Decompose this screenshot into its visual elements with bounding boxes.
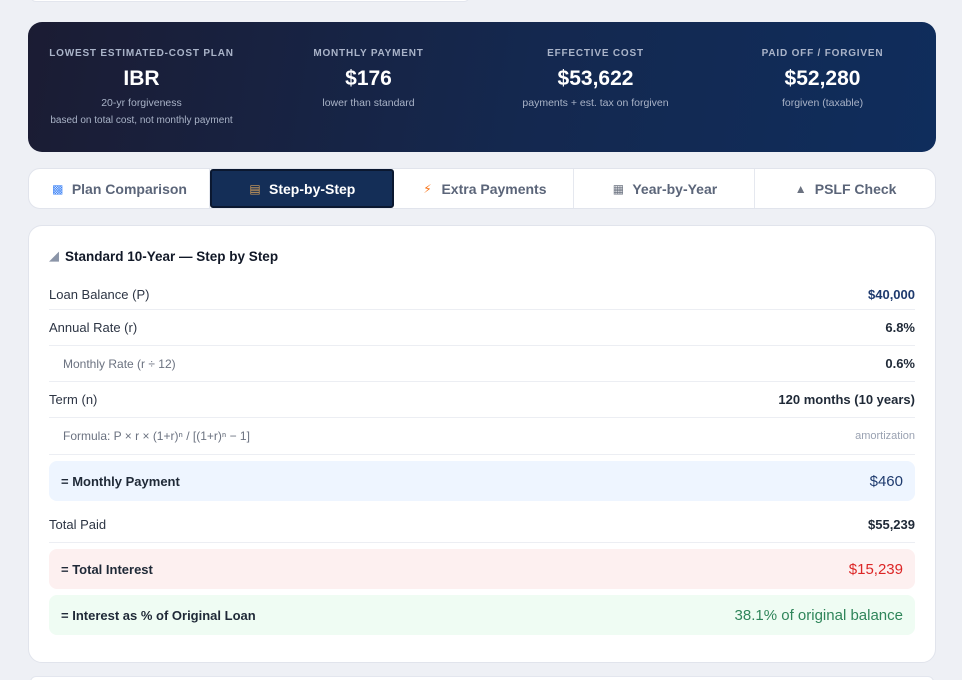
tab-bar: ▩ Plan Comparison ▤ Step-by-Step ⚡ Extra…: [28, 168, 936, 209]
row-value: $40,000: [868, 287, 915, 302]
stat-label: MONTHLY PAYMENT: [313, 48, 424, 59]
bank-icon: ▲: [794, 181, 807, 196]
tab-pslf-check[interactable]: ▲ PSLF Check: [755, 169, 935, 208]
tab-label: Step-by-Step: [269, 180, 356, 197]
stat-sub: lower than standard: [322, 97, 415, 109]
row-value: 6.8%: [885, 320, 915, 335]
row-value: 0.6%: [885, 356, 915, 371]
tab-extra-payments[interactable]: ⚡ Extra Payments: [394, 169, 575, 208]
row-monthly-rate: Monthly Rate (r ÷ 12) 0.6%: [49, 346, 915, 382]
bolt-icon: ⚡: [423, 181, 432, 196]
calculation-rows: Loan Balance (P) $40,000 Annual Rate (r)…: [49, 280, 915, 635]
previous-card-edge: [30, 0, 470, 2]
stat-sub-note: based on total cost, not monthly payment: [50, 115, 233, 126]
panel-title: ◢ Standard 10-Year — Step by Step: [49, 246, 915, 266]
row-label: Loan Balance (P): [49, 287, 150, 302]
row-label: = Monthly Payment: [61, 473, 180, 489]
row-value: 120 months (10 years): [778, 392, 915, 407]
row-interest-percent: = Interest as % of Original Loan 38.1% o…: [49, 595, 915, 635]
stat-value: $176: [345, 67, 392, 90]
clipboard-icon: ▤: [249, 181, 261, 196]
step-by-step-panel: ◢ Standard 10-Year — Step by Step Loan B…: [28, 225, 936, 663]
row-value: $15,239: [848, 560, 903, 578]
panel-title-text: Standard 10-Year — Step by Step: [65, 248, 279, 264]
stat-label: PAID OFF / FORGIVEN: [761, 48, 884, 59]
stat-value: $52,280: [784, 67, 861, 90]
row-monthly-payment: = Monthly Payment $460: [49, 461, 915, 501]
chart-icon: ▩: [52, 181, 64, 196]
tab-year-by-year[interactable]: ▦ Year-by-Year: [574, 169, 756, 208]
row-total-interest: = Total Interest $15,239: [49, 549, 915, 589]
summary-banner: LOWEST ESTIMATED-COST PLAN IBR 20-yr for…: [28, 22, 936, 152]
tab-label: PSLF Check: [814, 180, 897, 197]
row-term: Term (n) 120 months (10 years): [49, 382, 915, 418]
row-loan-balance: Loan Balance (P) $40,000: [49, 280, 915, 310]
row-label: = Interest as % of Original Loan: [61, 607, 256, 623]
tab-plan-comparison[interactable]: ▩ Plan Comparison: [29, 169, 210, 208]
stat-sub: 20-yr forgiveness: [101, 97, 182, 109]
next-card-edge: [30, 676, 934, 680]
row-value: $55,239: [868, 517, 915, 532]
ruler-icon: ◢: [49, 248, 59, 263]
stat-value: IBR: [123, 67, 160, 90]
stat-paid-off-forgiven: PAID OFF / FORGIVEN $52,280 forgiven (ta…: [709, 22, 936, 152]
row-formula: Formula: P × r × (1+r)ⁿ / [(1+r)ⁿ − 1] a…: [49, 418, 915, 454]
row-label: Monthly Rate (r ÷ 12): [63, 356, 176, 371]
tab-label: Year-by-Year: [632, 180, 718, 197]
stat-value: $53,622: [557, 67, 634, 90]
row-value: $460: [869, 472, 903, 490]
row-label: Term (n): [49, 392, 98, 407]
stat-monthly-payment: MONTHLY PAYMENT $176 lower than standard: [255, 22, 482, 152]
row-value: 38.1% of original balance: [734, 606, 903, 624]
row-annual-rate: Annual Rate (r) 6.8%: [49, 310, 915, 346]
row-label: = Total Interest: [61, 561, 153, 577]
stat-effective-cost: EFFECTIVE COST $53,622 payments + est. t…: [482, 22, 709, 152]
row-label: Annual Rate (r): [49, 320, 138, 335]
row-label: Formula: P × r × (1+r)ⁿ / [(1+r)ⁿ − 1]: [63, 429, 250, 443]
stat-sub: forgiven (taxable): [781, 97, 864, 109]
tab-label: Extra Payments: [441, 180, 547, 197]
stat-label: EFFECTIVE COST: [547, 48, 644, 59]
row-value: amortization: [855, 430, 915, 442]
row-total-paid: Total Paid $55,239: [49, 507, 915, 543]
stat-label: LOWEST ESTIMATED-COST PLAN: [49, 48, 234, 59]
tab-label: Plan Comparison: [71, 180, 187, 197]
stat-lowest-plan: LOWEST ESTIMATED-COST PLAN IBR 20-yr for…: [28, 22, 255, 152]
row-label: Total Paid: [49, 517, 107, 532]
stat-sub: payments + est. tax on forgiven: [522, 97, 669, 109]
calendar-icon: ▦: [612, 181, 625, 196]
tab-step-by-step[interactable]: ▤ Step-by-Step: [209, 169, 394, 208]
